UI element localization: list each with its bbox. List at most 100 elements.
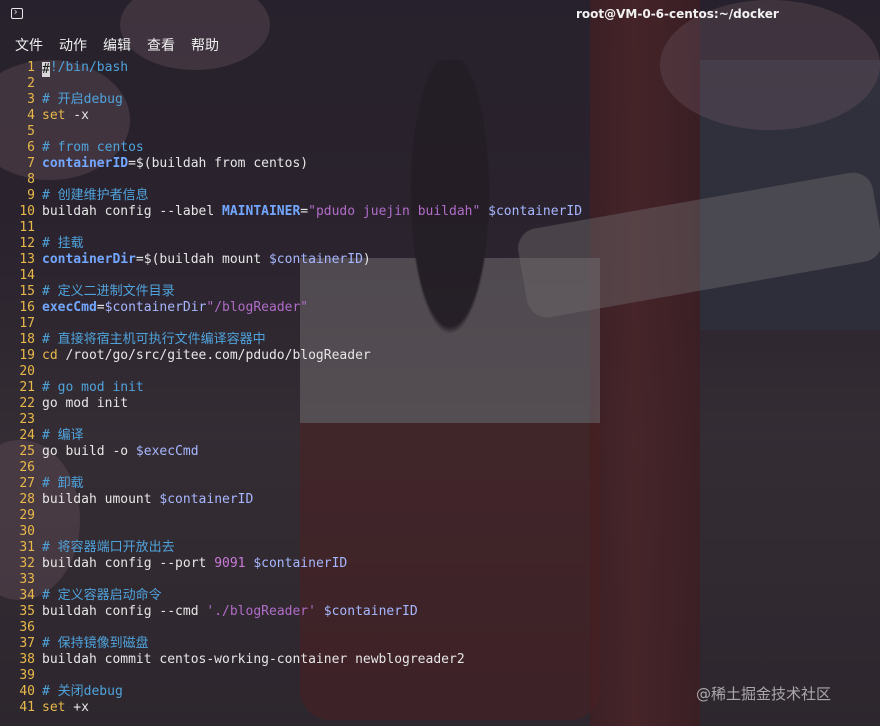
line-code: # go mod init <box>42 380 144 396</box>
line-number: 20 <box>19 364 35 379</box>
line-code: set -x <box>42 108 89 124</box>
line-number: 40 <box>19 684 35 699</box>
line-code: # 开启debug <box>42 92 123 108</box>
code-token-plain: go build -o <box>42 444 136 459</box>
line-code: # 创建维护者信息 <box>42 188 149 204</box>
code-token-var: MAINTAINER <box>222 204 301 219</box>
line-number: 22 <box>19 396 35 411</box>
line-number: 10 <box>19 204 35 219</box>
line-code: buildah commit centos-working-container … <box>42 652 465 668</box>
code-token-plain: go mod init <box>42 396 129 411</box>
line-number: 11 <box>19 220 35 235</box>
line-code: execCmd=$containerDir"/blogReader" <box>42 300 308 316</box>
code-token-comment: # 卸载 <box>42 476 84 491</box>
line-number: 14 <box>19 268 35 283</box>
code-token-comment: # 定义容器启动命令 <box>42 588 162 603</box>
watermark: @稀土掘金技术社区 <box>696 685 832 703</box>
code-token-plain: buildah commit centos-working-container … <box>42 652 465 667</box>
line-code: containerDir=$(buildah mount $containerI… <box>42 252 371 268</box>
line-number: 19 <box>19 348 35 363</box>
menu-help[interactable]: 帮助 <box>191 35 219 55</box>
code-token-comment: # 直接将宿主机可执行文件编译容器中 <box>42 332 266 347</box>
line-number: 2 <box>27 76 35 91</box>
line-number: 34 <box>19 588 35 603</box>
line-code: # 将容器端口开放出去 <box>42 540 175 556</box>
line-number: 33 <box>19 572 35 587</box>
code-token-comment: # 定义二进制文件目录 <box>42 284 175 299</box>
menu-action[interactable]: 动作 <box>59 35 87 55</box>
line-number: 5 <box>27 124 35 139</box>
line-number: 32 <box>19 556 35 571</box>
line-code: buildah config --label MAINTAINER="pdudo… <box>42 204 582 220</box>
line-number: 35 <box>19 604 35 619</box>
code-token-comment: # 保持镜像到磁盘 <box>42 636 149 651</box>
line-code: # 定义容器启动命令 <box>42 588 162 604</box>
line-number: 3 <box>27 92 35 107</box>
line-number: 1 <box>27 60 35 75</box>
line-code: # from centos <box>42 140 144 156</box>
code-token-comment: # 将容器端口开放出去 <box>42 540 175 555</box>
window-title: root@VM-0-6-centos:~/docker <box>576 7 779 21</box>
line-code: # 直接将宿主机可执行文件编译容器中 <box>42 332 266 348</box>
code-token-comment: # from centos <box>42 140 144 155</box>
code-token-cmd: set <box>42 108 66 123</box>
line-number: 26 <box>19 460 35 475</box>
line-code: buildah config --cmd './blogReader' $con… <box>42 604 418 620</box>
line-number: 28 <box>19 492 35 507</box>
menu-file[interactable]: 文件 <box>15 35 43 55</box>
line-number: 37 <box>19 636 35 651</box>
code-token-comment: # 编译 <box>42 428 84 443</box>
code-token-plain: =$(buildah from centos) <box>128 156 309 171</box>
code-token-num: 9091 <box>214 556 246 571</box>
line-code: buildah umount $containerID <box>42 492 253 508</box>
menu-bar: 文件 动作 编辑 查看 帮助 <box>0 30 880 58</box>
line-number: 36 <box>19 620 35 635</box>
line-code: # 编译 <box>42 428 84 444</box>
code-token-comment: # 开启debug <box>42 92 123 107</box>
line-number: 15 <box>19 284 35 299</box>
code-token-plain: buildah config --cmd <box>42 604 207 619</box>
line-number: 16 <box>19 300 35 315</box>
code-token-comment: # 挂载 <box>42 236 84 251</box>
code-token-comment: # 创建维护者信息 <box>42 188 149 203</box>
code-token-var: execCmd <box>42 300 97 315</box>
line-number: 21 <box>19 380 35 395</box>
code-token-plain: -x <box>65 108 89 123</box>
line-code: buildah config --port 9091 $containerID <box>42 556 347 572</box>
code-token-plain: +x <box>65 700 89 715</box>
line-number: 7 <box>27 156 35 171</box>
line-number: 25 <box>19 444 35 459</box>
code-token-plain: = <box>300 204 309 219</box>
line-code: cd /root/go/src/gitee.com/pdudo/blogRead… <box>42 348 371 364</box>
window-titlebar[interactable]: root@VM-0-6-centos:~/docker <box>0 0 880 30</box>
line-number: 23 <box>19 412 35 427</box>
code-token-plain: buildah config --port <box>42 556 215 571</box>
line-code: # 关闭debug <box>42 684 123 700</box>
code-token-comment: !/bin/bash <box>49 60 129 75</box>
line-code: # 卸载 <box>42 476 84 492</box>
code-token-ref: $containerID <box>268 252 363 267</box>
menu-view[interactable]: 查看 <box>147 35 175 55</box>
code-token-cmd: set <box>42 700 66 715</box>
code-token-comment: # go mod init <box>42 380 144 395</box>
line-number: 39 <box>19 668 35 683</box>
line-code: set +x <box>42 700 89 716</box>
line-number: 41 <box>19 700 35 715</box>
line-code: go mod init <box>42 396 128 412</box>
line-number: 30 <box>19 524 35 539</box>
code-token-plain: = <box>96 300 105 315</box>
code-token-plain: /root/go/src/gitee.com/pdudo/blogReader <box>57 348 371 363</box>
code-token-ref: $containerID <box>159 492 254 507</box>
menu-edit[interactable]: 编辑 <box>103 35 131 55</box>
line-number: 29 <box>19 508 35 523</box>
code-token-ref: $containerID <box>488 204 583 219</box>
code-token-ref: $containerDir <box>104 300 207 315</box>
text-cursor: # <box>42 62 50 77</box>
code-token-str: "/blogReader" <box>206 300 309 315</box>
line-code: #!/bin/bash <box>42 60 128 77</box>
code-token-var: containerID <box>42 156 129 171</box>
line-number: 4 <box>27 108 35 123</box>
code-token-plain: =$(buildah mount <box>135 252 269 267</box>
